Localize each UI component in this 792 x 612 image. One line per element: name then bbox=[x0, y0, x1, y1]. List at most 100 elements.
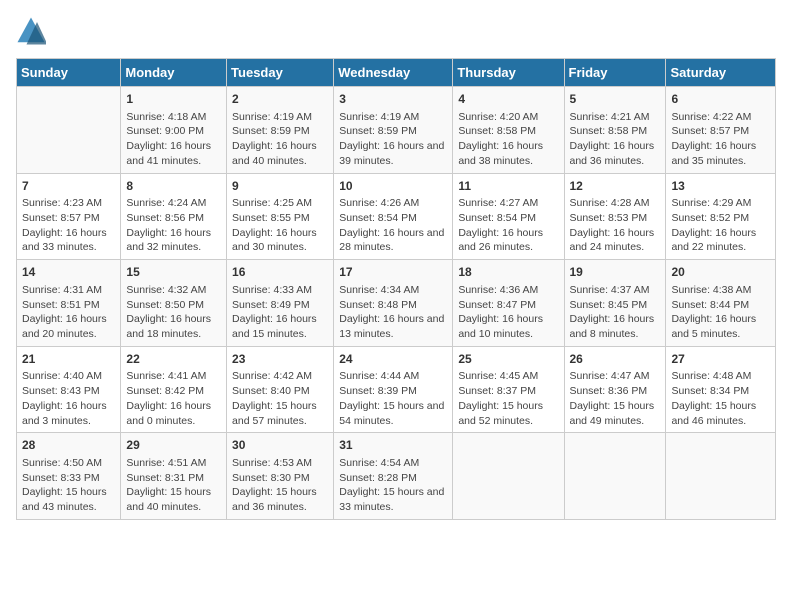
day-cell: 27Sunrise: 4:48 AM Sunset: 8:34 PM Dayli… bbox=[666, 346, 776, 433]
day-cell: 9Sunrise: 4:25 AM Sunset: 8:55 PM Daylig… bbox=[227, 173, 334, 260]
week-row-3: 14 Sunrise: 4:31 AM Sunset: 8:51 PM Dayli… bbox=[17, 260, 776, 347]
day-cell: 12Sunrise: 4:28 AM Sunset: 8:53 PM Dayli… bbox=[564, 173, 666, 260]
day-number: 2 bbox=[232, 91, 328, 108]
day-number: 10 bbox=[339, 178, 447, 195]
day-cell: 17Sunrise: 4:34 AM Sunset: 8:48 PM Dayli… bbox=[334, 260, 453, 347]
col-header-saturday: Saturday bbox=[666, 59, 776, 87]
day-cell: 4 Sunrise: 4:20 AM Sunset: 8:58 PM Daylig… bbox=[453, 87, 564, 174]
day-number: 13 bbox=[671, 178, 770, 195]
day-cell: 10 Sunrise: 4:26 AM Sunset: 8:54 PM Dayli… bbox=[334, 173, 453, 260]
day-info: Sunrise: 4:27 AM Sunset: 8:54 PM Dayligh… bbox=[458, 197, 543, 253]
day-info: Sunrise: 4:51 AM Sunset: 8:31 PM Dayligh… bbox=[126, 457, 211, 513]
day-info: Sunrise: 4:29 AM Sunset: 8:52 PM Dayligh… bbox=[671, 197, 756, 253]
day-info: Sunrise: 4:21 AM Sunset: 8:58 PM Dayligh… bbox=[570, 111, 655, 167]
day-cell: 11 Sunrise: 4:27 AM Sunset: 8:54 PM Dayli… bbox=[453, 173, 564, 260]
col-header-sunday: Sunday bbox=[17, 59, 121, 87]
day-info: Sunrise: 4:20 AM Sunset: 8:58 PM Dayligh… bbox=[458, 111, 543, 167]
day-cell: 21Sunrise: 4:40 AM Sunset: 8:43 PM Dayli… bbox=[17, 346, 121, 433]
day-cell: 30 Sunrise: 4:53 AM Sunset: 8:30 PM Dayli… bbox=[227, 433, 334, 520]
week-row-1: 1 Sunrise: 4:18 AM Sunset: 9:00 PM Daylig… bbox=[17, 87, 776, 174]
day-cell: 20 Sunrise: 4:38 AM Sunset: 8:44 PM Dayli… bbox=[666, 260, 776, 347]
day-cell: 5Sunrise: 4:21 AM Sunset: 8:58 PM Daylig… bbox=[564, 87, 666, 174]
day-info: Sunrise: 4:19 AM Sunset: 8:59 PM Dayligh… bbox=[232, 111, 317, 167]
day-cell bbox=[666, 433, 776, 520]
header-row: SundayMondayTuesdayWednesdayThursdayFrid… bbox=[17, 59, 776, 87]
day-info: Sunrise: 4:50 AM Sunset: 8:33 PM Dayligh… bbox=[22, 457, 107, 513]
day-cell: 26 Sunrise: 4:47 AM Sunset: 8:36 PM Dayli… bbox=[564, 346, 666, 433]
day-info: Sunrise: 4:24 AM Sunset: 8:56 PM Dayligh… bbox=[126, 197, 211, 253]
day-info: Sunrise: 4:54 AM Sunset: 8:28 PM Dayligh… bbox=[339, 457, 444, 513]
day-cell: 6Sunrise: 4:22 AM Sunset: 8:57 PM Daylig… bbox=[666, 87, 776, 174]
day-number: 19 bbox=[570, 264, 661, 281]
day-info: Sunrise: 4:42 AM Sunset: 8:40 PM Dayligh… bbox=[232, 370, 317, 426]
day-info: Sunrise: 4:38 AM Sunset: 8:44 PM Dayligh… bbox=[671, 284, 756, 340]
day-cell: 28 Sunrise: 4:50 AM Sunset: 8:33 PM Dayli… bbox=[17, 433, 121, 520]
day-cell: 15 Sunrise: 4:32 AM Sunset: 8:50 PM Dayli… bbox=[121, 260, 227, 347]
day-number: 7 bbox=[22, 178, 115, 195]
day-info: Sunrise: 4:23 AM Sunset: 8:57 PM Dayligh… bbox=[22, 197, 107, 253]
col-header-monday: Monday bbox=[121, 59, 227, 87]
day-info: Sunrise: 4:48 AM Sunset: 8:34 PM Dayligh… bbox=[671, 370, 756, 426]
day-number: 1 bbox=[126, 91, 221, 108]
day-info: Sunrise: 4:36 AM Sunset: 8:47 PM Dayligh… bbox=[458, 284, 543, 340]
day-info: Sunrise: 4:40 AM Sunset: 8:43 PM Dayligh… bbox=[22, 370, 107, 426]
week-row-2: 7 Sunrise: 4:23 AM Sunset: 8:57 PM Daylig… bbox=[17, 173, 776, 260]
logo-icon bbox=[16, 16, 46, 46]
day-info: Sunrise: 4:31 AM Sunset: 8:51 PM Dayligh… bbox=[22, 284, 107, 340]
logo bbox=[16, 16, 50, 46]
col-header-tuesday: Tuesday bbox=[227, 59, 334, 87]
day-info: Sunrise: 4:32 AM Sunset: 8:50 PM Dayligh… bbox=[126, 284, 211, 340]
day-info: Sunrise: 4:45 AM Sunset: 8:37 PM Dayligh… bbox=[458, 370, 543, 426]
day-info: Sunrise: 4:22 AM Sunset: 8:57 PM Dayligh… bbox=[671, 111, 756, 167]
day-cell: 25 Sunrise: 4:45 AM Sunset: 8:37 PM Dayli… bbox=[453, 346, 564, 433]
day-cell: 2 Sunrise: 4:19 AM Sunset: 8:59 PM Daylig… bbox=[227, 87, 334, 174]
day-cell: 29 Sunrise: 4:51 AM Sunset: 8:31 PM Dayli… bbox=[121, 433, 227, 520]
day-number: 24 bbox=[339, 351, 447, 368]
day-cell: 13 Sunrise: 4:29 AM Sunset: 8:52 PM Dayli… bbox=[666, 173, 776, 260]
day-cell bbox=[453, 433, 564, 520]
day-info: Sunrise: 4:41 AM Sunset: 8:42 PM Dayligh… bbox=[126, 370, 211, 426]
day-cell: 14 Sunrise: 4:31 AM Sunset: 8:51 PM Dayli… bbox=[17, 260, 121, 347]
day-number: 29 bbox=[126, 437, 221, 454]
day-number: 8 bbox=[126, 178, 221, 195]
day-cell: 18 Sunrise: 4:36 AM Sunset: 8:47 PM Dayli… bbox=[453, 260, 564, 347]
day-number: 25 bbox=[458, 351, 558, 368]
day-cell: 31 Sunrise: 4:54 AM Sunset: 8:28 PM Dayli… bbox=[334, 433, 453, 520]
day-number: 17 bbox=[339, 264, 447, 281]
week-row-4: 21Sunrise: 4:40 AM Sunset: 8:43 PM Dayli… bbox=[17, 346, 776, 433]
day-info: Sunrise: 4:47 AM Sunset: 8:36 PM Dayligh… bbox=[570, 370, 655, 426]
col-header-wednesday: Wednesday bbox=[334, 59, 453, 87]
day-cell bbox=[17, 87, 121, 174]
day-number: 18 bbox=[458, 264, 558, 281]
day-number: 26 bbox=[570, 351, 661, 368]
day-info: Sunrise: 4:53 AM Sunset: 8:30 PM Dayligh… bbox=[232, 457, 317, 513]
day-info: Sunrise: 4:26 AM Sunset: 8:54 PM Dayligh… bbox=[339, 197, 444, 253]
calendar-table: SundayMondayTuesdayWednesdayThursdayFrid… bbox=[16, 58, 776, 520]
day-cell: 8 Sunrise: 4:24 AM Sunset: 8:56 PM Daylig… bbox=[121, 173, 227, 260]
day-info: Sunrise: 4:37 AM Sunset: 8:45 PM Dayligh… bbox=[570, 284, 655, 340]
day-number: 16 bbox=[232, 264, 328, 281]
day-number: 30 bbox=[232, 437, 328, 454]
day-cell: 24Sunrise: 4:44 AM Sunset: 8:39 PM Dayli… bbox=[334, 346, 453, 433]
day-number: 3 bbox=[339, 91, 447, 108]
day-info: Sunrise: 4:33 AM Sunset: 8:49 PM Dayligh… bbox=[232, 284, 317, 340]
day-cell: 1 Sunrise: 4:18 AM Sunset: 9:00 PM Daylig… bbox=[121, 87, 227, 174]
day-number: 20 bbox=[671, 264, 770, 281]
col-header-friday: Friday bbox=[564, 59, 666, 87]
day-cell: 7 Sunrise: 4:23 AM Sunset: 8:57 PM Daylig… bbox=[17, 173, 121, 260]
day-number: 22 bbox=[126, 351, 221, 368]
day-number: 28 bbox=[22, 437, 115, 454]
header bbox=[16, 16, 776, 46]
day-number: 14 bbox=[22, 264, 115, 281]
col-header-thursday: Thursday bbox=[453, 59, 564, 87]
day-cell: 19 Sunrise: 4:37 AM Sunset: 8:45 PM Dayli… bbox=[564, 260, 666, 347]
day-number: 31 bbox=[339, 437, 447, 454]
day-info: Sunrise: 4:18 AM Sunset: 9:00 PM Dayligh… bbox=[126, 111, 211, 167]
day-info: Sunrise: 4:25 AM Sunset: 8:55 PM Dayligh… bbox=[232, 197, 317, 253]
day-number: 11 bbox=[458, 178, 558, 195]
day-number: 12 bbox=[570, 178, 661, 195]
day-cell bbox=[564, 433, 666, 520]
day-info: Sunrise: 4:19 AM Sunset: 8:59 PM Dayligh… bbox=[339, 111, 444, 167]
day-number: 15 bbox=[126, 264, 221, 281]
day-number: 4 bbox=[458, 91, 558, 108]
